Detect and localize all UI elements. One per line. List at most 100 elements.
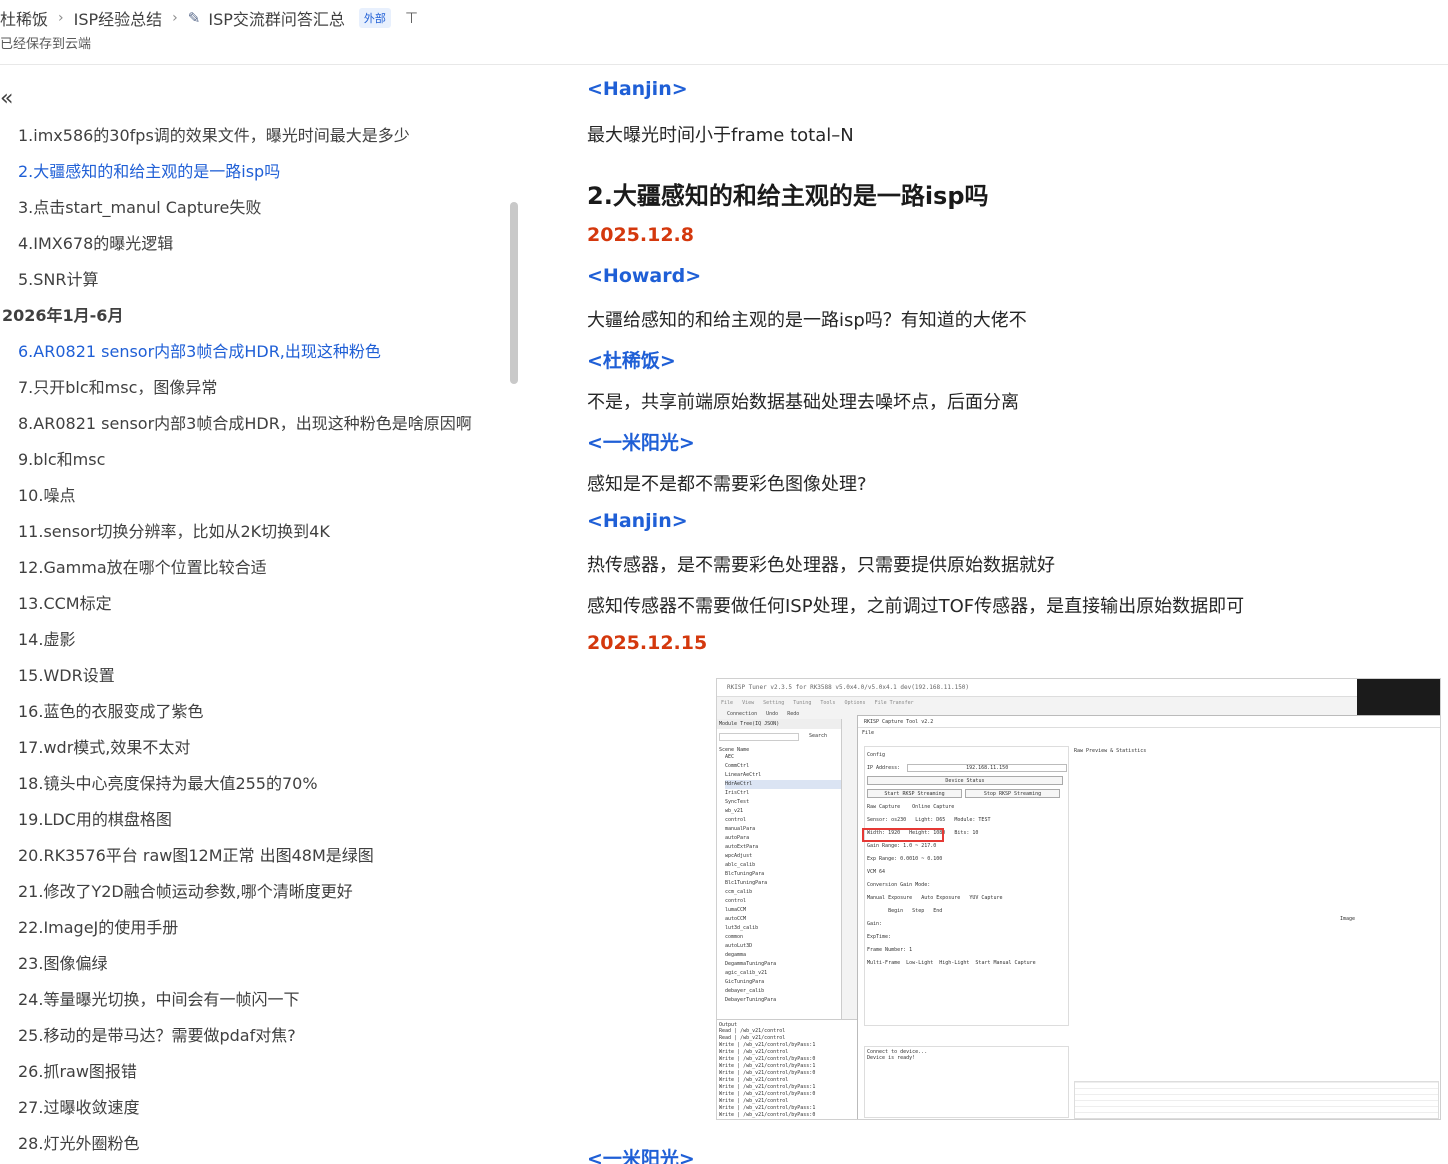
toc-item[interactable]: 25.移动的是带马达？需要做pdaf对焦? [0, 1018, 522, 1054]
tree-node: manualPara [725, 826, 756, 832]
menu-item: View [742, 700, 755, 706]
toc-item[interactable]: 14.虚影 [0, 622, 522, 658]
toc-item[interactable]: 20.RK3576平台 raw图12M正常 出图48M是绿图 [0, 838, 522, 874]
tree-node: Blc1TuningPara [725, 880, 768, 886]
toc-item[interactable]: 3.点击start_manul Capture失败 [0, 190, 522, 226]
toc-item[interactable]: 13.CCM标定 [0, 586, 522, 622]
pin-icon[interactable]: ⊤ [405, 9, 418, 27]
toc-item[interactable]: 4.IMX678的曝光逻辑 [0, 226, 522, 262]
multi-frame-option: Multi-Frame [867, 960, 901, 966]
section-heading: 2.大疆感知的和给主观的是一路isp吗 [587, 182, 989, 210]
breadcrumb-doc-title[interactable]: ISP交流群问答汇总 [208, 6, 345, 30]
tree-node: autoLut3D [725, 943, 753, 949]
toc-group-heading[interactable]: 2026年1月-6月 [0, 298, 522, 334]
chevron-right-icon: › [172, 10, 178, 26]
vcm-label: VCM [867, 869, 877, 875]
light-value: D65 [936, 817, 946, 823]
console-line: Write | /wb_v21/control/byPass:0 [719, 1112, 816, 1118]
tree-node: common [725, 934, 744, 940]
paragraph: 最大曝光时间小于frame total–N [587, 125, 854, 146]
begin-label: Begin [888, 908, 904, 914]
embedded-screenshot[interactable]: RKISP Tuner v2.3.5 for RK3588 v5.0x4.0/v… [716, 678, 1441, 1120]
toc-item[interactable]: 22.ImageJ的使用手册 [0, 910, 522, 946]
paragraph: 感知是不是都不需要彩色图像处理? [587, 474, 867, 495]
toc-item[interactable]: 11.sensor切换分辨率，比如从2K切换到4K [0, 514, 522, 550]
end-label: End [933, 908, 943, 914]
sensor-value: os230 [891, 817, 907, 823]
frame-number-row: Frame Number: 1 [867, 944, 1066, 957]
toc-item[interactable]: 28.灯光外圈粉色 [0, 1126, 522, 1162]
yuv-capture-tab: YUV Capture [969, 895, 1003, 901]
streaming-row: Start RKSP Streaming Stop RKSP Streaming [867, 788, 1066, 801]
console-line: Write | /wb_v21/control/byPass:1 [719, 1084, 816, 1090]
toc-item[interactable]: 24.等量曝光切换，中间会有一帧闪一下 [0, 982, 522, 1018]
module-tree-title: Module Tree(IQ JSON) [717, 719, 841, 729]
toc-item[interactable]: 1.imx586的30fps调的效果文件，曝光时间最大是多少 [0, 118, 522, 154]
paragraph: 不是，共享前端原始数据基础处理去噪坏点，后面分离 [587, 392, 1019, 413]
visibility-badge[interactable]: 外部 [358, 8, 391, 28]
device-ready-message: Device is ready! [867, 1055, 916, 1061]
tree-node: ablc_calib [725, 862, 756, 868]
toc-item[interactable]: 19.LDC用的棋盘格图 [0, 802, 522, 838]
toc-item[interactable]: 10.噪点 [0, 478, 522, 514]
tree-node: debayer_calib [725, 988, 765, 994]
gain-max: 217.0 [921, 843, 937, 849]
tree-search-box [719, 733, 799, 741]
breadcrumb-folder[interactable]: ISP经验总结 [74, 6, 163, 30]
toc-item[interactable]: 16.蓝色的衣服变成了紫色 [0, 694, 522, 730]
toc-item[interactable]: 21.修改了Y2D融合帧运动参数,哪个清晰度更好 [0, 874, 522, 910]
tree-node: DebayerTuningPara [725, 997, 777, 1003]
breadcrumb-root[interactable]: 杜稀饭 [0, 6, 48, 30]
vcm-value: 64 [879, 869, 886, 875]
device-log-box: Connect to device... Device is ready! [864, 1046, 1069, 1118]
toc-item[interactable]: 15.WDR设置 [0, 658, 522, 694]
speaker-label: <Hanjin> [587, 510, 688, 532]
tree-node: IrisCtrl [725, 790, 750, 796]
toc-item[interactable]: 2.大疆感知的和给主观的是一路isp吗 [0, 154, 522, 190]
save-status: 已经保存到云端 [0, 37, 92, 52]
toc-item[interactable]: 23.图像偏绿 [0, 946, 522, 982]
statistics-plot [1074, 1081, 1439, 1119]
tree-node: GicTuningPara [725, 979, 765, 985]
toc-item[interactable]: 6.AR0821 sensor内部3帧合成HDR,出现这种粉色 [0, 334, 522, 370]
tree-node: control [725, 898, 747, 904]
menu-item: Setting [763, 700, 785, 706]
menu-item: Tuning [793, 700, 812, 706]
tree-node: HdrAeCtrl [725, 780, 841, 789]
bits-label: Bits: [954, 830, 970, 836]
toc-item[interactable]: 5.SNR计算 [0, 262, 522, 298]
exp-range-label: Exp Range: [867, 856, 898, 862]
tree-node: LinearAeCtrl [725, 772, 762, 778]
toc-item[interactable]: 12.Gamma放在哪个位置比较合适 [0, 550, 522, 586]
tool-item: Redo [787, 711, 800, 717]
manual-exposure-tab: Manual Exposure [867, 895, 913, 901]
toc-scrollbar[interactable] [510, 202, 518, 384]
toc-item[interactable]: 26.抓raw图报错 [0, 1054, 522, 1090]
chevron-right-icon: › [58, 10, 64, 26]
tree-node: wpcAdjust [725, 853, 753, 859]
tree-node: autoExtPara [725, 844, 759, 850]
toc-item[interactable]: 27.过曝收敛速度 [0, 1090, 522, 1126]
tree-node: DegammaTuningPara [725, 961, 777, 967]
sensor-row: Sensor: os230 Light: D65 Module: TEST [867, 814, 1066, 827]
frame-number-value: 1 [909, 947, 913, 953]
toc-item[interactable]: 7.只开blc和msc，图像异常 [0, 370, 522, 406]
toc-scroll-area[interactable]: 1.imx586的30fps调的效果文件，曝光时间最大是多少 2.大疆感知的和给主… [0, 118, 522, 1164]
toc-item[interactable]: 8.AR0821 sensor内部3帧合成HDR，出现这种粉色是啥原因啊 [0, 406, 522, 442]
toc-item[interactable]: 18.镜头中心亮度保持为最大值255的70% [0, 766, 522, 802]
high-light-option: High-Light [939, 960, 970, 966]
tree-search-button: Search [809, 733, 828, 739]
exp-max: 0.100 [927, 856, 943, 862]
tool-item: Undo [766, 711, 779, 717]
menu-item: File [721, 700, 734, 706]
raw-preview-title: Raw Preview & Statistics [1074, 748, 1147, 754]
toc-item[interactable]: 9.blc和msc [0, 442, 522, 478]
collapse-sidebar-icon[interactable]: « [0, 88, 13, 110]
speaker-label: <一米阳光> [587, 432, 695, 454]
low-light-option: Low-Light [906, 960, 934, 966]
start-manual-capture-button: Start Manual Capture [975, 960, 1036, 966]
menu-item: Tools [820, 700, 836, 706]
console-line: Write | /wb_v21/control [719, 1077, 789, 1083]
toc-item[interactable]: 17.wdr模式,效果不太对 [0, 730, 522, 766]
doc-header: 杜稀饭 › ISP经验总结 › ✎ ISP交流群问答汇总 外部 ⊤ 已经保存到云… [0, 0, 1448, 65]
